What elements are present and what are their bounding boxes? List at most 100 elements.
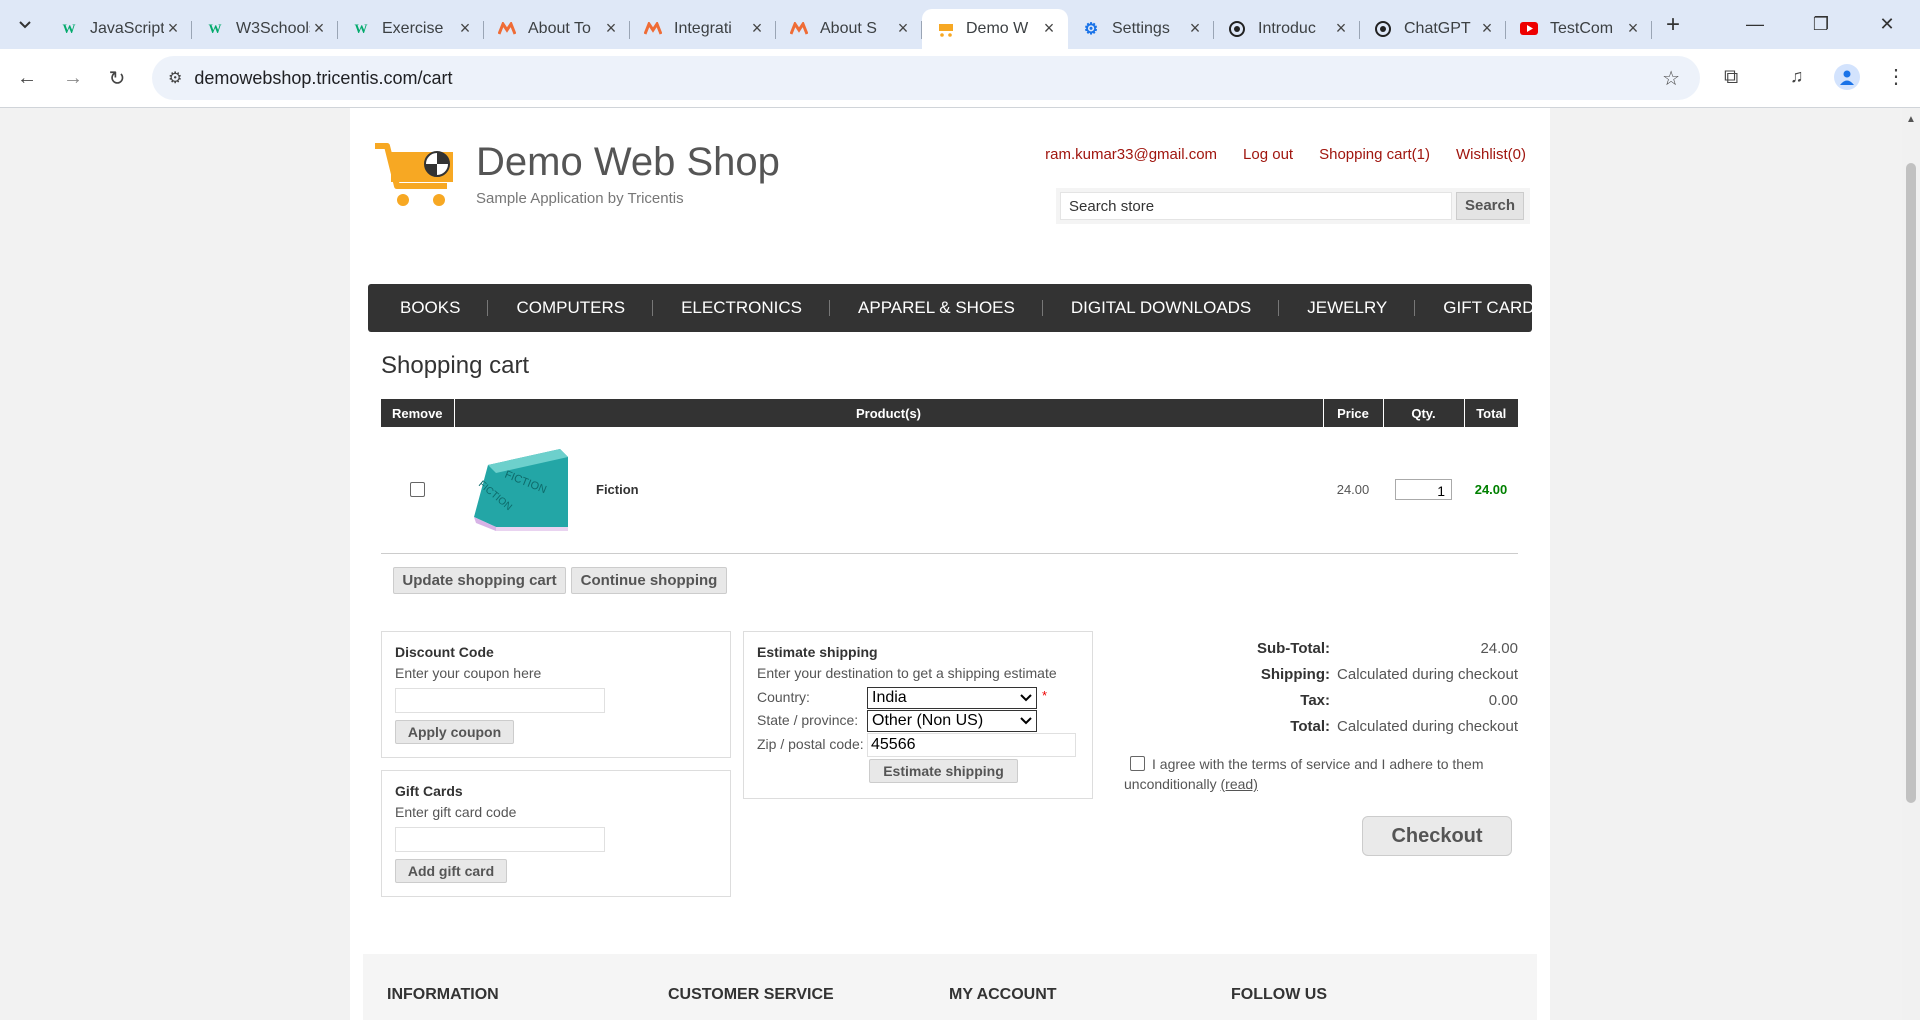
gift-card-heading: Gift Cards [395,783,463,799]
subtotal-label: Sub-Total: [1256,640,1330,657]
fiction-book-image[interactable]: FICTION FICTION [470,447,570,531]
total-label: Total: [1290,718,1330,735]
country-select[interactable]: India [867,687,1037,709]
tab-close-icon[interactable]: × [164,18,182,39]
tab-close-icon[interactable]: × [748,18,766,39]
browser-tab[interactable]: About S × [776,9,922,49]
total-cell: 24.00 [1474,481,1508,497]
menu-item-jewelry[interactable]: JEWELRY [1279,298,1416,318]
logout-link[interactable]: Log out [1243,146,1293,163]
tab-close-icon[interactable]: × [894,18,912,39]
qty-input[interactable]: 1 [1395,478,1452,500]
tab-list: W JavaScript × W W3Schools × W Exercise × About T… [46,0,1652,49]
forward-arrow-icon[interactable]: → [60,65,86,91]
tab-close-icon[interactable]: × [602,18,620,39]
omnibox[interactable]: ⚙ demowebshop.tricentis.com/cart ☆ [152,56,1700,100]
product-name-link[interactable]: Fiction [596,482,639,497]
estimate-shipping-button[interactable]: Estimate shipping [869,759,1018,783]
browser-menu-icon[interactable]: ⋮ [1886,64,1906,89]
browser-tab[interactable]: About To × [484,9,630,49]
settings-gear-icon: ⚙ [1083,20,1099,38]
youtube-icon [1520,20,1538,38]
window-controls: — ❐ ✕ [1722,0,1920,49]
country-label: Country: [757,689,810,705]
tab-title: Settings [1112,19,1170,37]
scrollbar-thumb[interactable] [1906,163,1916,803]
tab-title: About To [528,19,591,37]
browser-tab[interactable]: Introduc × [1214,9,1360,49]
new-tab-button[interactable]: + [1666,11,1680,39]
shopping-cart-link[interactable]: Shopping cart(1) [1319,146,1430,163]
tab-close-icon[interactable]: × [456,18,474,39]
minimize-icon[interactable]: — [1722,14,1788,35]
remove-checkbox[interactable] [410,482,425,498]
menu-item-electronics[interactable]: ELECTRONICS [653,298,830,318]
browser-tab[interactable]: W W3Schools × [192,9,338,49]
tab-title: ChatGPT [1404,19,1471,37]
tab-close-icon[interactable]: × [1624,18,1642,39]
tab-title: JavaScript [90,19,164,37]
menu-item-computers[interactable]: COMPUTERS [488,298,653,318]
account-email-link[interactable]: ram.kumar33@gmail.com [1045,146,1217,163]
browser-tab[interactable]: Demo W × [922,8,1068,49]
w3schools-icon: W [354,20,368,36]
zip-input[interactable]: 45566 [867,733,1076,757]
tab-search-chevron-icon[interactable] [13,13,37,37]
tab-title: Integrati [674,19,732,37]
reload-icon[interactable]: ↻ [104,65,130,91]
back-arrow-icon[interactable]: ← [14,65,40,91]
browser-tab[interactable]: Integrati × [630,9,776,49]
tab-close-icon[interactable]: × [1478,18,1496,39]
browser-tab-strip: W JavaScript × W W3Schools × W Exercise × About T… [0,0,1920,49]
browser-tab[interactable]: ⚙ Settings × [1068,9,1214,49]
url-text[interactable]: demowebshop.tricentis.com/cart [194,68,452,89]
address-bar-row: ← → ↻ ⚙ demowebshop.tricentis.com/cart ☆… [0,49,1920,108]
browser-tab[interactable]: W JavaScript × [46,9,192,49]
terms-read-link[interactable]: (read) [1221,776,1258,792]
scroll-up-arrow-icon[interactable]: ▲ [1906,114,1916,125]
top-menu: BOOKS COMPUTERS ELECTRONICS APPAREL & SH… [368,284,1546,332]
state-select[interactable]: Other (Non US) [867,710,1037,732]
menu-item-books[interactable]: BOOKS [372,298,489,318]
col-products: Product(s) [454,399,1324,427]
footer-information-heading: INFORMATION [387,986,499,1003]
cart-divider [381,553,1518,554]
menu-item-gift-cards[interactable]: GIFT CARDS [1415,298,1574,318]
bookmark-star-icon[interactable]: ☆ [1662,66,1680,91]
checkout-button[interactable]: Checkout [1362,816,1512,856]
profile-avatar-icon[interactable] [1834,64,1860,90]
gift-card-panel: Gift Cards Enter gift card code Add gift… [381,770,731,897]
site-info-icon[interactable]: ⚙ [168,68,182,88]
tab-close-icon[interactable]: × [1332,18,1350,39]
apply-coupon-button[interactable]: Apply coupon [395,720,514,744]
total-value: Calculated during checkout [1337,718,1518,735]
coupon-input[interactable] [395,688,605,713]
site-title[interactable]: Demo Web Shop [476,140,780,185]
tab-close-icon[interactable]: × [310,18,328,39]
state-value: Other (Non US) [872,712,984,729]
media-control-icon[interactable]: ♫ [1790,66,1804,87]
wishlist-link[interactable]: Wishlist(0) [1456,146,1526,163]
menu-item-apparel-shoes[interactable]: APPAREL & SHOES [830,298,1043,318]
gift-card-hint: Enter gift card code [395,804,517,820]
add-gift-card-button[interactable]: Add gift card [395,859,507,883]
search-input[interactable]: Search store [1060,192,1452,220]
gift-card-input[interactable] [395,827,605,852]
tab-close-icon[interactable]: × [1040,18,1058,39]
browser-tab[interactable]: TestCom × [1506,9,1652,49]
browser-tab[interactable]: ChatGPT × [1360,9,1506,49]
site-logo[interactable] [373,138,457,217]
continue-shopping-button[interactable]: Continue shopping [571,567,727,594]
update-cart-button[interactable]: Update shopping cart [393,567,566,594]
postman-icon [644,20,662,38]
footer-follow-us-heading: FOLLOW US [1231,986,1327,1003]
close-window-icon[interactable]: ✕ [1854,14,1920,35]
extensions-icon[interactable]: ⧉ [1724,66,1738,89]
restore-icon[interactable]: ❐ [1788,14,1854,35]
browser-tab[interactable]: W Exercise × [338,9,484,49]
menu-item-digital-downloads[interactable]: DIGITAL DOWNLOADS [1043,298,1280,318]
col-qty: Qty. [1383,399,1465,427]
search-button[interactable]: Search [1456,192,1524,220]
tab-close-icon[interactable]: × [1186,18,1204,39]
page-scrollbar[interactable]: ▲ [1902,108,1920,1020]
